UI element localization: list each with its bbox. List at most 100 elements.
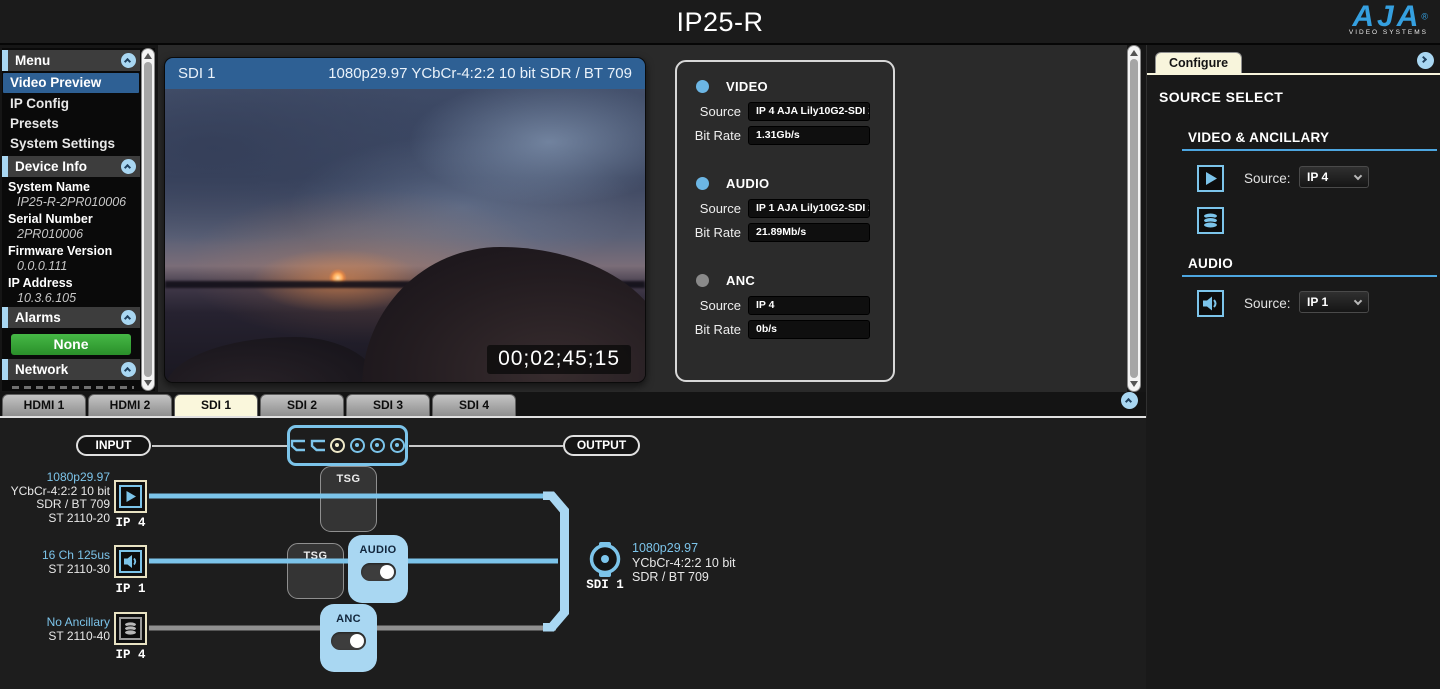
video-active-indicator — [696, 80, 709, 93]
chevron-down-icon — [1354, 171, 1362, 179]
scrollbar-thumb[interactable] — [1130, 59, 1138, 378]
tsg-video-block[interactable]: TSG — [320, 466, 377, 532]
tab-sdi-4[interactable]: SDI 4 — [432, 394, 516, 416]
audio-bitrate-label: Bit Rate — [677, 225, 741, 240]
preview-format-label: 1080p29.97 YCbCr-4:2:2 10 bit SDR / BT 7… — [328, 65, 632, 82]
video-bitrate-label: Bit Rate — [677, 128, 741, 143]
panel-expand-icon[interactable] — [1417, 52, 1434, 69]
section-divider — [1182, 149, 1437, 151]
video-ancillary-section-label: VIDEO & ANCILLARY — [1188, 130, 1329, 145]
scroll-down-icon[interactable] — [144, 380, 152, 386]
scroll-up-icon[interactable] — [144, 53, 152, 59]
video-source-value: IP 4 AJA Lily10G2-SDI 211 — [748, 102, 870, 121]
collapse-network-icon[interactable] — [121, 362, 136, 377]
sdi1-connector-icon[interactable] — [330, 438, 345, 453]
audio-section-label: AUDIO — [1188, 256, 1233, 271]
tab-sdi-3[interactable]: SDI 3 — [346, 394, 430, 416]
audio-speaker-icon — [1197, 290, 1224, 317]
configure-tab-underline — [1147, 73, 1440, 75]
system-name-value: IP25-R-2PR010006 — [2, 195, 140, 209]
tsg-audio-block[interactable]: TSG — [287, 543, 344, 599]
anc-input-ip-label: IP 4 — [114, 648, 147, 662]
sidebar-scrollbar[interactable] — [141, 48, 155, 391]
video-input-ip-label: IP 4 — [114, 516, 147, 530]
timecode-overlay: 00;02;45;15 — [487, 345, 631, 374]
scroll-up-icon[interactable] — [1130, 50, 1138, 56]
section-accent — [2, 307, 8, 328]
sdi2-connector-icon[interactable] — [350, 438, 365, 453]
anc-input-icon — [114, 612, 147, 645]
firmware-version-value: 0.0.0.111 — [2, 259, 140, 273]
tab-hdmi-1[interactable]: HDMI 1 — [2, 394, 86, 416]
io-tab-strip: HDMI 1 HDMI 2 SDI 1 SDI 2 SDI 3 SDI 4 — [0, 392, 1146, 418]
ip-address-label: IP Address — [2, 276, 140, 290]
tab-hdmi-2[interactable]: HDMI 2 — [88, 394, 172, 416]
page-title: IP25-R — [0, 7, 1440, 38]
video-group-label: VIDEO — [726, 79, 768, 94]
sdi1-bnc-icon — [592, 546, 619, 573]
preview-source-label: SDI 1 — [178, 65, 216, 82]
audio-active-indicator — [696, 177, 709, 190]
audio-source-select-label: Source: — [1244, 296, 1291, 311]
section-accent — [2, 359, 8, 380]
anc-source-value: IP 4 — [748, 296, 870, 315]
section-divider — [1182, 275, 1437, 277]
video-preview-image: 00;02;45;15 — [165, 89, 645, 383]
collapse-menu-icon[interactable] — [121, 53, 136, 68]
sidebar-section-network[interactable]: Network — [2, 359, 140, 380]
sidebar-section-alarms[interactable]: Alarms — [2, 307, 140, 328]
anc-enable-toggle[interactable] — [331, 632, 366, 650]
foreground-hill — [165, 337, 381, 383]
connector-selector[interactable] — [287, 425, 408, 466]
video-source-dropdown[interactable]: IP 4 — [1299, 166, 1369, 188]
sdi4-connector-icon[interactable] — [390, 438, 405, 453]
sdi3-connector-icon[interactable] — [370, 438, 385, 453]
section-accent — [2, 50, 8, 71]
audio-source-dropdown[interactable]: IP 1 — [1299, 291, 1369, 313]
registered-mark: ® — [1421, 12, 1428, 22]
video-preview-header: SDI 1 1080p29.97 YCbCr-4:2:2 10 bit SDR … — [165, 58, 645, 89]
hdmi-connector-icon — [290, 439, 305, 452]
clipped-scrolled-row — [12, 386, 134, 389]
input-pill: INPUT — [76, 435, 151, 456]
collapse-device-info-icon[interactable] — [121, 159, 136, 174]
anc-source-label: Source — [677, 298, 741, 313]
sidebar-section-menu[interactable]: Menu — [2, 50, 140, 71]
sidebar-item-ip-config[interactable]: IP Config — [2, 94, 140, 114]
tab-sdi-2[interactable]: SDI 2 — [260, 394, 344, 416]
signal-flow-diagram: TSG TSG INPUT OUTPUT — [0, 418, 1146, 689]
ip-address-value: 10.3.6.105 — [2, 291, 140, 305]
serial-number-value: 2PR010006 — [2, 227, 140, 241]
sidebar-item-system-settings[interactable]: System Settings — [2, 134, 140, 154]
collapse-alarms-icon[interactable] — [121, 310, 136, 325]
collapse-flow-panel-icon[interactable] — [1121, 392, 1138, 409]
anc-inactive-indicator — [696, 274, 709, 287]
ancillary-icon — [1197, 207, 1224, 234]
video-play-icon — [1197, 165, 1224, 192]
main-content: SDI 1 1080p29.97 YCbCr-4:2:2 10 bit SDR … — [158, 45, 1127, 392]
output-format-info: 1080p29.97 YCbCr-4:2:2 10 bit SDR / BT 7… — [632, 541, 736, 585]
scroll-down-icon[interactable] — [1130, 381, 1138, 387]
scrollbar-thumb[interactable] — [144, 62, 152, 377]
audio-input-info: 16 Ch 125us ST 2110-30 — [0, 549, 110, 576]
alarms-status-badge: None — [11, 334, 131, 355]
sidebar-section-device-info[interactable]: Device Info — [2, 156, 140, 177]
audio-bitrate-value: 21.89Mb/s — [748, 223, 870, 242]
video-preview-panel: SDI 1 1080p29.97 YCbCr-4:2:2 10 bit SDR … — [164, 57, 646, 383]
video-source-select-label: Source: — [1244, 171, 1291, 186]
audio-input-ip-label: IP 1 — [114, 582, 147, 596]
firmware-version-label: Firmware Version — [2, 244, 140, 258]
aja-logo: AJA® VIDEO SYSTEMS — [1349, 3, 1428, 36]
main-scrollbar[interactable] — [1127, 45, 1141, 392]
app-window: IP25-R AJA® VIDEO SYSTEMS Menu Video Pre… — [0, 0, 1440, 689]
anc-bitrate-label: Bit Rate — [677, 322, 741, 337]
sidebar-item-video-preview[interactable]: Video Preview — [3, 73, 139, 93]
signal-merge-funnel — [543, 492, 569, 632]
sidebar-item-presets[interactable]: Presets — [2, 114, 140, 134]
header-bar: IP25-R AJA® VIDEO SYSTEMS — [0, 0, 1440, 45]
anc-bitrate-value: 0b/s — [748, 320, 870, 339]
tab-sdi-1[interactable]: SDI 1 — [174, 394, 258, 416]
audio-group-label: AUDIO — [726, 176, 769, 191]
tab-configure[interactable]: Configure — [1155, 52, 1242, 74]
audio-enable-toggle[interactable] — [361, 563, 396, 581]
